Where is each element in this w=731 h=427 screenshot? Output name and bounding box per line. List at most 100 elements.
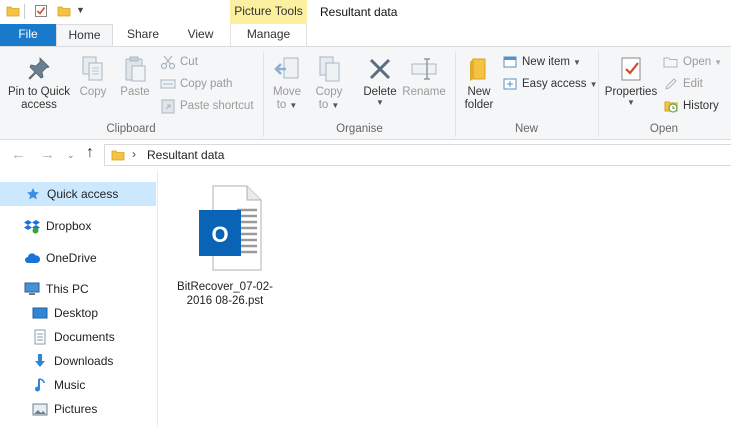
computer-icon xyxy=(24,281,40,297)
rename-icon xyxy=(411,58,437,80)
nav-label-dropbox: Dropbox xyxy=(46,219,92,233)
edit-pencil-icon xyxy=(665,78,677,90)
ribbon: Pin to Quick access Copy Paste Cut Copy … xyxy=(0,46,731,140)
delete-x-icon xyxy=(369,58,391,80)
edit-label: Edit xyxy=(683,78,703,90)
qat-separator xyxy=(24,4,25,19)
documents-icon xyxy=(32,329,48,345)
copy-to-button[interactable]: Copy to ▼ xyxy=(310,55,348,112)
nav-label-onedrive: OneDrive xyxy=(46,251,97,265)
history-button[interactable]: History xyxy=(663,96,719,116)
copy-to-icon xyxy=(319,56,340,82)
new-folder-label-1: New xyxy=(467,86,491,98)
copy-path-icon xyxy=(160,79,176,89)
new-folder-button[interactable]: New folder xyxy=(460,55,498,112)
music-note-icon xyxy=(32,377,48,393)
navigation-bar: ← → ⌄ ↑ › Resultant data xyxy=(0,141,731,169)
nav-item-quick-access[interactable]: Quick access xyxy=(0,182,156,206)
easy-access-label: Easy access xyxy=(522,78,587,90)
paste-label: Paste xyxy=(120,86,150,98)
paste-shortcut-label: Paste shortcut xyxy=(180,100,254,112)
paste-shortcut-button[interactable]: Paste shortcut xyxy=(160,96,254,116)
pin-to-quick-access-button[interactable]: Pin to Quick access xyxy=(4,55,74,112)
nav-label-music: Music xyxy=(54,378,86,392)
properties-label: Properties xyxy=(604,86,658,98)
move-to-icon xyxy=(274,57,299,79)
outlook-letter: O xyxy=(211,222,228,247)
pin-label-2: access xyxy=(21,99,57,111)
ribbon-tabs: File Home Share View Manage xyxy=(0,23,731,47)
move-to-label-1: Move xyxy=(272,86,302,98)
scissors-icon xyxy=(160,55,176,70)
breadcrumb-current[interactable]: Resultant data xyxy=(147,148,224,162)
copy-to-label-2: to xyxy=(318,99,329,111)
back-arrow-icon[interactable]: ← xyxy=(11,146,26,163)
rename-button[interactable]: Rename xyxy=(402,55,446,99)
folder-icon[interactable] xyxy=(6,4,20,21)
breadcrumb-chevron-icon[interactable]: › xyxy=(132,147,136,161)
customize-qat-icon[interactable]: ▼ xyxy=(76,5,85,15)
nav-item-dropbox[interactable]: Dropbox xyxy=(0,214,156,238)
address-bar[interactable]: › Resultant data xyxy=(104,144,731,166)
nav-item-downloads[interactable]: Downloads xyxy=(0,349,156,373)
history-icon xyxy=(664,101,678,113)
nav-item-desktop[interactable]: Desktop xyxy=(0,301,156,325)
open-icon xyxy=(663,57,678,68)
cut-label: Cut xyxy=(180,56,198,68)
file-name: BitRecover_07-02-2016 08-26.pst xyxy=(177,281,273,307)
easy-access-button[interactable]: Easy access ▼ xyxy=(502,74,597,94)
new-item-icon xyxy=(503,56,517,68)
copy-icon xyxy=(82,56,103,81)
tab-share[interactable]: Share xyxy=(113,24,173,46)
nav-label-this-pc: This PC xyxy=(46,282,89,296)
forward-arrow-icon[interactable]: → xyxy=(40,146,55,163)
new-item-button[interactable]: New item ▼ xyxy=(502,52,581,72)
paste-icon xyxy=(125,56,146,82)
up-arrow-icon[interactable]: ↑ xyxy=(86,144,94,162)
dropbox-icon xyxy=(24,218,40,234)
open-button[interactable]: Open ▼ xyxy=(663,52,722,72)
nav-label-documents: Documents xyxy=(54,330,115,344)
new-folder-icon[interactable] xyxy=(57,4,71,21)
tab-home[interactable]: Home xyxy=(56,24,113,47)
copy-label: Copy xyxy=(79,86,107,98)
history-label: History xyxy=(683,100,719,112)
tab-view[interactable]: View xyxy=(173,24,228,46)
delete-label: Delete xyxy=(363,86,397,98)
properties-check-icon xyxy=(621,57,641,81)
title-bar: ▼ Picture Tools Resultant data xyxy=(0,0,731,24)
properties-button[interactable]: Properties ▼ xyxy=(603,55,659,107)
nav-item-this-pc[interactable]: This PC xyxy=(0,277,156,301)
nav-item-documents[interactable]: Documents xyxy=(0,325,156,349)
nav-item-pictures[interactable]: Pictures xyxy=(0,397,156,421)
download-arrow-icon xyxy=(32,353,48,369)
nav-item-music[interactable]: Music xyxy=(0,373,156,397)
rename-label: Rename xyxy=(402,86,446,98)
copy-path-label: Copy path xyxy=(180,78,233,90)
organise-group-label: Organise xyxy=(336,123,383,135)
nav-label-downloads: Downloads xyxy=(54,354,114,368)
new-item-label: New item xyxy=(522,56,570,68)
new-folder-label-2: folder xyxy=(464,99,494,111)
pictures-icon xyxy=(32,401,48,417)
onedrive-cloud-icon xyxy=(24,250,40,266)
edit-button[interactable]: Edit xyxy=(663,74,703,94)
nav-label-desktop: Desktop xyxy=(54,306,99,320)
move-to-button[interactable]: Move to ▼ xyxy=(268,55,306,112)
copy-button[interactable]: Copy xyxy=(76,55,110,99)
tab-manage[interactable]: Manage xyxy=(230,23,307,46)
file-item[interactable]: O BitRecover_07-02-2016 08-26.pst xyxy=(175,182,275,308)
nav-label-quick-access: Quick access xyxy=(47,187,119,201)
recent-locations-chevron-icon[interactable]: ⌄ xyxy=(67,150,75,161)
new-group-label: New xyxy=(514,123,538,135)
open-label: Open xyxy=(683,56,712,68)
open-group-label: Open xyxy=(649,123,679,135)
properties-check-icon[interactable] xyxy=(34,4,48,21)
copy-path-button[interactable]: Copy path xyxy=(160,74,232,94)
nav-item-onedrive[interactable]: OneDrive xyxy=(0,246,156,270)
tab-file[interactable]: File xyxy=(0,24,56,46)
outlook-pst-icon: O xyxy=(199,185,262,271)
delete-button[interactable]: Delete ▼ xyxy=(358,55,402,107)
cut-button[interactable]: Cut xyxy=(160,52,198,72)
paste-button[interactable]: Paste xyxy=(117,55,153,99)
